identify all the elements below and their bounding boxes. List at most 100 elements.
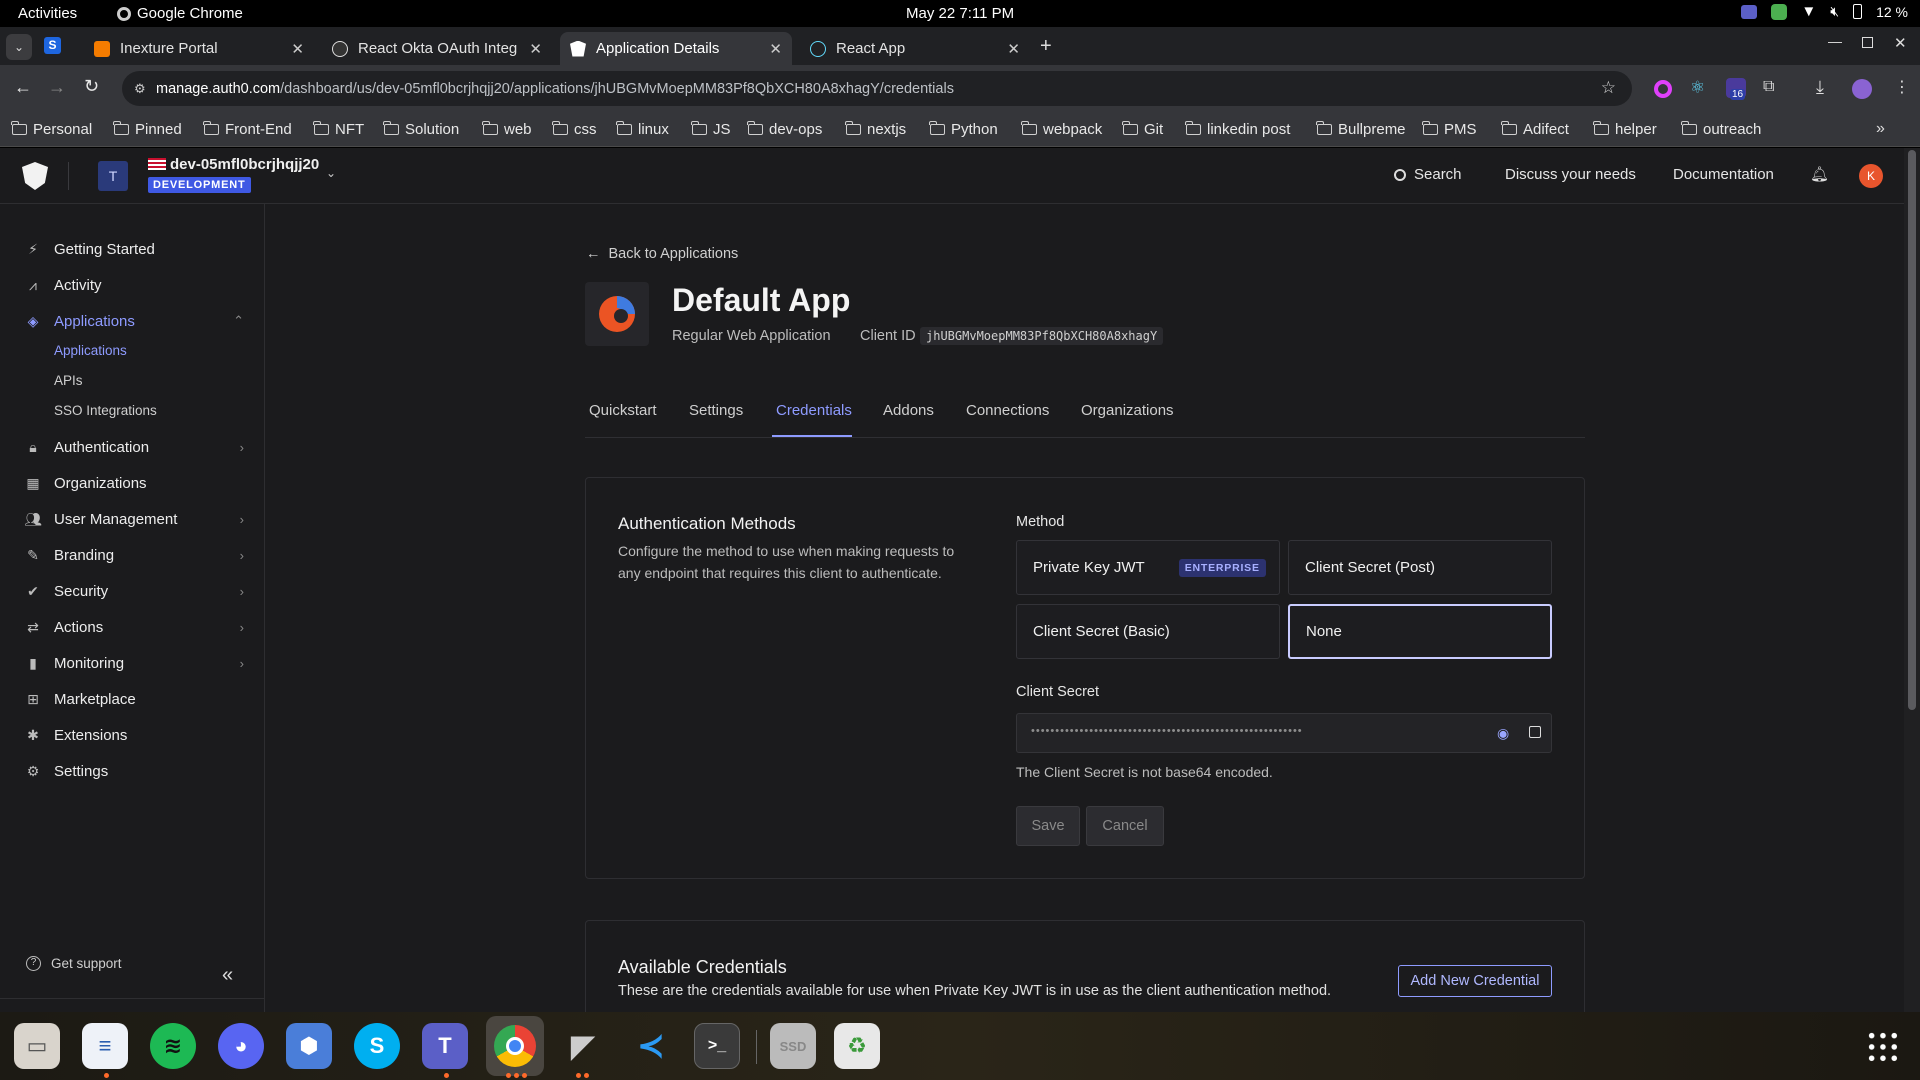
scrollbar-thumb[interactable] xyxy=(1908,150,1916,710)
ssd-drive-icon[interactable]: SSD xyxy=(770,1023,816,1069)
sidebar-subitem-applications[interactable]: Applications xyxy=(54,343,127,358)
volume-mute-icon[interactable]: 🔇︎ xyxy=(1830,3,1839,20)
bookmark-folder[interactable]: nextjs xyxy=(845,121,906,138)
maximize-window-button[interactable] xyxy=(1862,37,1873,48)
browser-tab[interactable]: React Okta OAuth Integ ✕ xyxy=(322,32,552,65)
terminal-app-icon[interactable]: >_ xyxy=(694,1023,740,1069)
bookmark-folder[interactable]: Python xyxy=(929,121,998,138)
discord-app-icon[interactable]: ◕ xyxy=(218,1023,264,1069)
bookmark-folder[interactable]: Front-End xyxy=(203,121,292,138)
app-menu[interactable]: Google Chrome xyxy=(117,5,243,22)
close-tab-icon[interactable]: ✕ xyxy=(1007,40,1020,58)
copy-icon[interactable] xyxy=(1529,726,1541,738)
chrome-menu-icon[interactable]: ⋮ xyxy=(1894,77,1910,97)
sidebar-subitem-apis[interactable]: APIs xyxy=(54,373,83,388)
back-arrow-icon[interactable]: ← xyxy=(14,77,32,98)
method-client-secret-post[interactable]: Client Secret (Post) xyxy=(1288,540,1552,595)
notification-bell-icon[interactable]: 🔔︎ xyxy=(1810,165,1829,183)
bookmark-folder[interactable]: linkedin post xyxy=(1185,121,1290,138)
forward-arrow-icon[interactable]: → xyxy=(48,77,66,98)
check-tray-icon[interactable] xyxy=(1771,3,1788,20)
documentation-link[interactable]: Documentation xyxy=(1673,166,1774,183)
clock[interactable]: May 22 7:11 PM xyxy=(906,5,1014,22)
new-tab-button[interactable]: + xyxy=(1040,35,1052,58)
minimize-window-button[interactable]: — xyxy=(1828,33,1842,49)
tab-settings[interactable]: Settings xyxy=(689,402,743,419)
tenant-chevron-down-icon[interactable]: ⌄ xyxy=(326,166,336,180)
sidebar-item-settings[interactable]: ⚙ Settings xyxy=(24,762,244,780)
sidebar-item-monitoring[interactable]: ▮ Monitoring › xyxy=(24,654,244,672)
bookmark-folder[interactable]: outreach xyxy=(1681,121,1761,138)
sidebar-item-marketplace[interactable]: ⊞ Marketplace xyxy=(24,690,244,708)
color-extension-icon[interactable] xyxy=(1654,80,1672,98)
profile-avatar[interactable] xyxy=(1852,79,1872,99)
collapse-sidebar-icon[interactable]: « xyxy=(222,964,233,987)
auth0-logo-icon[interactable] xyxy=(22,162,48,190)
sidebar-item-getting-started[interactable]: ⚡︎ Getting Started xyxy=(24,240,244,258)
battery-icon[interactable] xyxy=(1853,4,1863,19)
bookmark-folder[interactable]: Bullpreme xyxy=(1316,121,1406,138)
close-window-button[interactable]: ✕ xyxy=(1894,34,1907,52)
teams-tray-icon[interactable] xyxy=(1741,4,1758,19)
close-tab-icon[interactable]: ✕ xyxy=(291,40,304,58)
skype-app-icon[interactable]: S xyxy=(354,1023,400,1069)
files-app-icon[interactable]: ▭ xyxy=(14,1023,60,1069)
bookmark-folder[interactable]: web xyxy=(482,121,532,138)
bookmark-folder[interactable]: Personal xyxy=(11,121,92,138)
page-scrollbar[interactable] xyxy=(1904,148,1920,1012)
add-new-credential-button[interactable]: Add New Credential xyxy=(1398,965,1552,997)
sidebar-item-activity[interactable]: ⩘ Activity xyxy=(24,276,244,294)
sidebar-item-actions[interactable]: ⇄ Actions › xyxy=(24,618,244,636)
tab-addons[interactable]: Addons xyxy=(883,402,934,419)
method-none[interactable]: None xyxy=(1288,604,1552,659)
bookmark-folder[interactable]: css xyxy=(552,121,597,138)
sidebar-item-applications[interactable]: ◈ Applications ⌃ xyxy=(24,312,244,330)
sidebar-subitem-sso-integrations[interactable]: SSO Integrations xyxy=(54,403,157,418)
bookmark-star-icon[interactable]: ☆ xyxy=(1601,78,1616,98)
bookmark-folder[interactable]: Pinned xyxy=(113,121,182,138)
bookmark-folder[interactable]: Git xyxy=(1122,121,1163,138)
activities-button[interactable]: Activities xyxy=(18,5,77,22)
browser-tab[interactable]: React App ✕ xyxy=(800,32,1030,65)
bookmark-folder[interactable]: NFT xyxy=(313,121,364,138)
sidebar-item-authentication[interactable]: 🔒︎ Authentication › xyxy=(24,438,244,456)
sidebar-item-extensions[interactable]: ✱ Extensions xyxy=(24,726,244,744)
save-button[interactable]: Save xyxy=(1016,806,1080,846)
bookmark-folder[interactable]: Solution xyxy=(383,121,459,138)
close-tab-icon[interactable]: ✕ xyxy=(529,40,542,58)
extensions-puzzle-icon[interactable]: ⧉ xyxy=(1763,78,1774,96)
method-client-secret-basic[interactable]: Client Secret (Basic) xyxy=(1016,604,1280,659)
tab-quickstart[interactable]: Quickstart xyxy=(589,402,657,419)
vscode-app-icon[interactable]: ≺ xyxy=(628,1023,674,1069)
bookmark-folder[interactable]: JS xyxy=(691,121,731,138)
reload-icon[interactable]: ↻ xyxy=(84,76,99,97)
download-icon[interactable]: ⤓ xyxy=(1816,77,1824,98)
discuss-needs-link[interactable]: Discuss your needs xyxy=(1505,166,1636,183)
tab-credentials[interactable]: Credentials xyxy=(776,402,852,419)
tab-search-button[interactable]: ⌄ xyxy=(6,34,32,60)
chrome-app-icon-active[interactable] xyxy=(486,1016,544,1076)
virtualbox-app-icon[interactable]: ⬢ xyxy=(286,1023,332,1069)
header-search[interactable]: Search xyxy=(1394,166,1462,183)
teams-app-icon[interactable]: T xyxy=(422,1023,468,1069)
bookmarks-overflow-icon[interactable]: » xyxy=(1876,120,1885,138)
close-tab-icon[interactable]: ✕ xyxy=(769,40,782,58)
bookmark-folder[interactable]: Adifect xyxy=(1501,121,1569,138)
eye-icon[interactable]: ◉ xyxy=(1497,725,1509,742)
get-support-link[interactable]: ? Get support xyxy=(26,956,122,971)
spotify-app-icon[interactable]: ≋ xyxy=(150,1023,196,1069)
bookmark-folder[interactable]: helper xyxy=(1593,121,1657,138)
sidebar-item-security[interactable]: ✔ Security › xyxy=(24,582,244,600)
site-settings-icon[interactable]: ⚙ xyxy=(134,81,146,97)
show-applications-grid-icon[interactable] xyxy=(1866,1030,1900,1064)
pinned-tab[interactable]: S xyxy=(44,37,70,59)
tenant-selector[interactable]: T dev-05mfl0bcrjhqjj20 DEVELOPMENT ⌄ xyxy=(98,156,348,198)
bookmark-folder[interactable]: dev-ops xyxy=(747,121,822,138)
browser-tab[interactable]: Inexture Portal ✕ xyxy=(84,32,314,65)
method-private-key-jwt[interactable]: Private Key JWT ENTERPRISE xyxy=(1016,540,1280,595)
sidebar-item-branding[interactable]: ✎ Branding › xyxy=(24,546,244,564)
bookmark-folder[interactable]: webpack xyxy=(1021,121,1102,138)
tab-connections[interactable]: Connections xyxy=(966,402,1049,419)
browser-tab-active[interactable]: Application Details ✕ xyxy=(560,32,792,65)
user-avatar[interactable]: K xyxy=(1859,164,1883,188)
